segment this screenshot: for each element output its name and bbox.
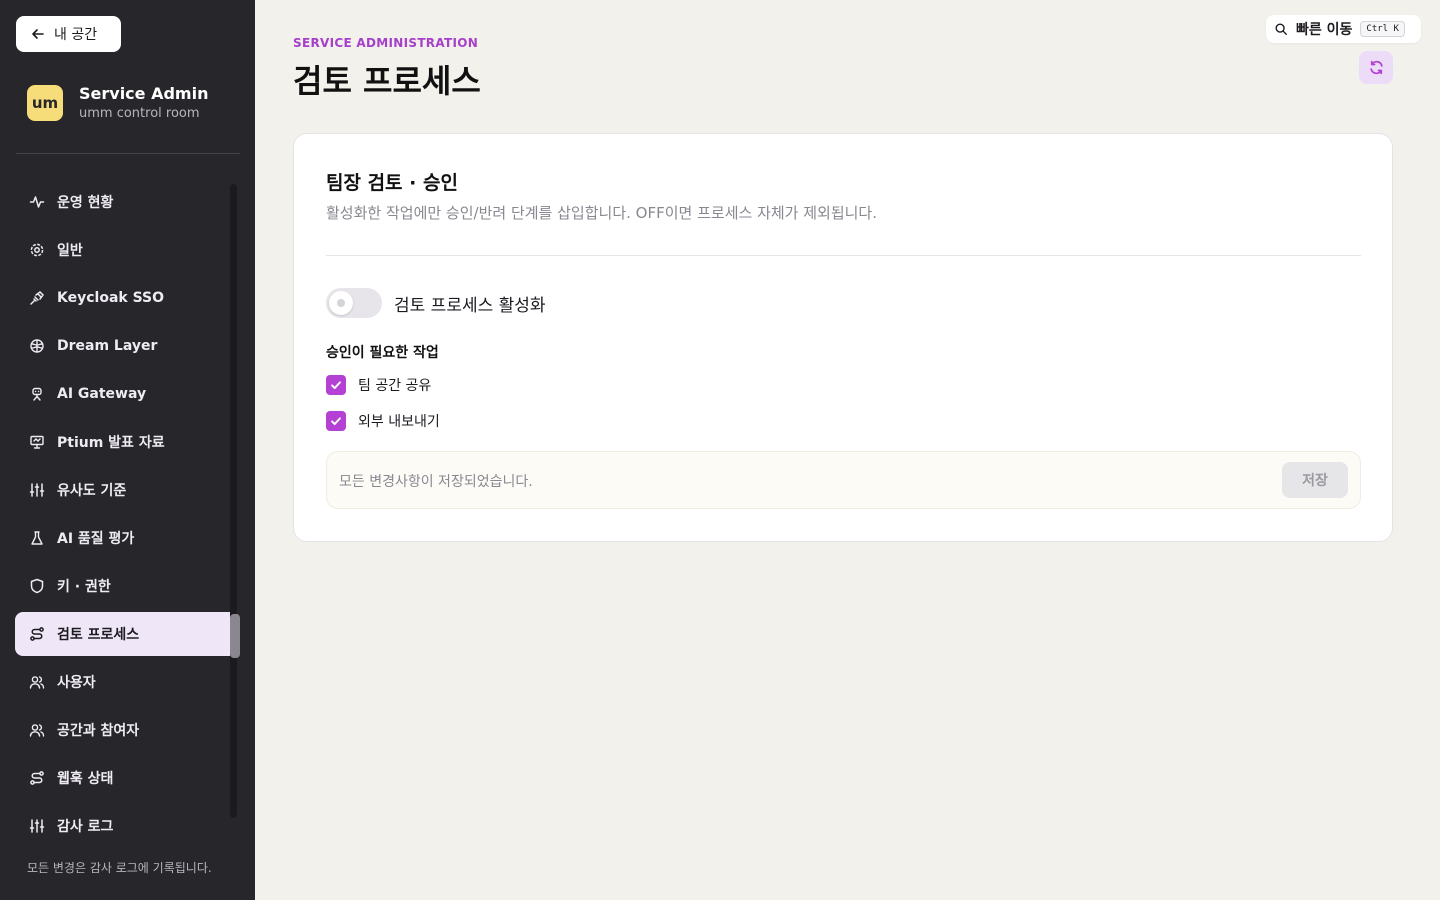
keyboard-shortcut-badge: Ctrl K bbox=[1360, 21, 1405, 37]
check-label: 팀 공간 공유 bbox=[358, 378, 432, 394]
sidebar-item-label: 감사 로그 bbox=[57, 819, 114, 835]
sidebar: 내 공간 um Service Admin umm control room 운… bbox=[0, 0, 255, 900]
sidebar-item-ai-gateway[interactable]: AI Gateway bbox=[15, 372, 240, 416]
sidebar-item-audit-log[interactable]: 감사 로그 bbox=[15, 804, 240, 848]
robot-icon bbox=[32, 387, 42, 401]
card-description: 활성화한 작업에만 승인/반려 단계를 삽입합니다. OFF이면 프로세스 자체… bbox=[326, 204, 878, 222]
gear-icon bbox=[30, 243, 44, 257]
sidebar-divider bbox=[16, 153, 240, 154]
sidebar-item-review-process[interactable]: 검토 프로세스 bbox=[15, 612, 240, 656]
sidebar-item-dream-layer[interactable]: Dream Layer bbox=[15, 324, 240, 368]
brand-subtitle: umm control room bbox=[79, 106, 200, 121]
sidebar-item-general[interactable]: 일반 bbox=[15, 228, 240, 272]
sidebar-item-keys-permissions[interactable]: 키 · 권한 bbox=[15, 564, 240, 608]
review-approval-card: 팀장 검토 · 승인 활성화한 작업에만 승인/반려 단계를 삽입합니다. OF… bbox=[293, 133, 1393, 542]
check-external-export[interactable]: 외부 내보내기 bbox=[326, 411, 440, 431]
check-label: 외부 내보내기 bbox=[358, 414, 440, 430]
sidebar-item-spaces-participants[interactable]: 공간과 참여자 bbox=[15, 708, 240, 752]
sidebar-nav: 운영 현황 일반 Keycloak SSO Dream Layer AI Gat… bbox=[15, 180, 240, 852]
arrow-left-icon bbox=[32, 29, 44, 39]
sidebar-item-label: 웹훅 상태 bbox=[57, 771, 114, 787]
check-team-space-share[interactable]: 팀 공간 공유 bbox=[326, 375, 431, 395]
users-icon bbox=[29, 676, 45, 689]
sidebar-item-keycloak[interactable]: Keycloak SSO bbox=[15, 276, 240, 320]
sidebar-item-label: AI 품질 평가 bbox=[57, 531, 135, 547]
sidebar-item-operations[interactable]: 운영 현황 bbox=[15, 180, 240, 224]
sidebar-item-label: Keycloak SSO bbox=[57, 290, 165, 306]
card-title: 팀장 검토 · 승인 bbox=[326, 172, 458, 194]
sidebar-item-label: Dream Layer bbox=[57, 338, 158, 354]
quick-nav-button[interactable]: 빠른 이동 Ctrl K bbox=[1266, 15, 1421, 43]
back-to-my-space-button[interactable]: 내 공간 bbox=[16, 16, 121, 52]
activity-icon bbox=[29, 196, 45, 208]
brain-icon bbox=[30, 339, 44, 353]
sidebar-item-webhook-status[interactable]: 웹훅 상태 bbox=[15, 756, 240, 800]
save-button[interactable]: 저장 bbox=[1282, 462, 1348, 498]
save-status-message: 모든 변경사항이 저장되었습니다. bbox=[339, 474, 533, 490]
sidebar-scrollbar[interactable] bbox=[230, 184, 240, 818]
sidebar-item-label: 운영 현황 bbox=[57, 195, 114, 211]
page-eyebrow: SERVICE ADMINISTRATION bbox=[293, 36, 479, 50]
sidebar-item-label: 공간과 참여자 bbox=[57, 723, 140, 739]
sidebar-item-users[interactable]: 사용자 bbox=[15, 660, 240, 704]
shield-icon bbox=[30, 578, 44, 594]
back-button-label: 내 공간 bbox=[54, 27, 98, 43]
review-process-toggle-row[interactable]: 검토 프로세스 활성화 bbox=[326, 288, 546, 318]
checkbox-checked[interactable] bbox=[326, 375, 346, 395]
sliders-icon bbox=[29, 819, 45, 833]
review-process-toggle[interactable] bbox=[326, 288, 382, 318]
refresh-button[interactable] bbox=[1359, 51, 1393, 84]
plug-icon bbox=[30, 291, 44, 305]
checkbox-checked[interactable] bbox=[326, 411, 346, 431]
save-bar: 모든 변경사항이 저장되었습니다. 저장 bbox=[326, 451, 1361, 509]
sidebar-footer-note: 모든 변경은 감사 로그에 기록됩니다. bbox=[27, 861, 212, 875]
sliders-icon bbox=[29, 483, 45, 497]
card-divider bbox=[326, 255, 1361, 256]
sidebar-item-label: 검토 프로세스 bbox=[57, 627, 140, 643]
brand-title: Service Admin bbox=[79, 84, 209, 103]
sidebar-scrollbar-thumb[interactable] bbox=[230, 614, 240, 658]
sidebar-item-label: 유사도 기준 bbox=[57, 483, 127, 499]
page-title: 검토 프로세스 bbox=[293, 62, 481, 100]
presentation-icon bbox=[30, 435, 44, 449]
sidebar-item-label: 사용자 bbox=[57, 675, 96, 691]
sidebar-item-ptium[interactable]: Ptium 발표 자료 bbox=[15, 420, 240, 464]
sidebar-item-label: Ptium 발표 자료 bbox=[57, 435, 165, 451]
route-icon bbox=[30, 771, 44, 785]
approval-tasks-label: 승인이 필요한 작업 bbox=[326, 345, 439, 361]
sidebar-item-ai-quality[interactable]: AI 품질 평가 bbox=[15, 516, 240, 560]
refresh-icon bbox=[1369, 60, 1383, 75]
route-icon bbox=[30, 627, 44, 641]
search-icon bbox=[1275, 23, 1287, 35]
flask-icon bbox=[31, 531, 43, 545]
sidebar-item-similarity[interactable]: 유사도 기준 bbox=[15, 468, 240, 512]
brand: um Service Admin umm control room bbox=[27, 84, 208, 121]
toggle-knob bbox=[329, 291, 353, 315]
check-icon bbox=[331, 381, 341, 390]
sidebar-item-label: 키 · 권한 bbox=[57, 579, 111, 595]
sidebar-item-label: 일반 bbox=[57, 243, 83, 259]
check-icon bbox=[331, 417, 341, 426]
sidebar-item-label: AI Gateway bbox=[57, 386, 147, 402]
quick-nav-label: 빠른 이동 bbox=[1296, 22, 1353, 38]
users-icon bbox=[29, 724, 45, 737]
brand-logo: um bbox=[27, 84, 63, 121]
toggle-label: 검토 프로세스 활성화 bbox=[394, 295, 546, 316]
